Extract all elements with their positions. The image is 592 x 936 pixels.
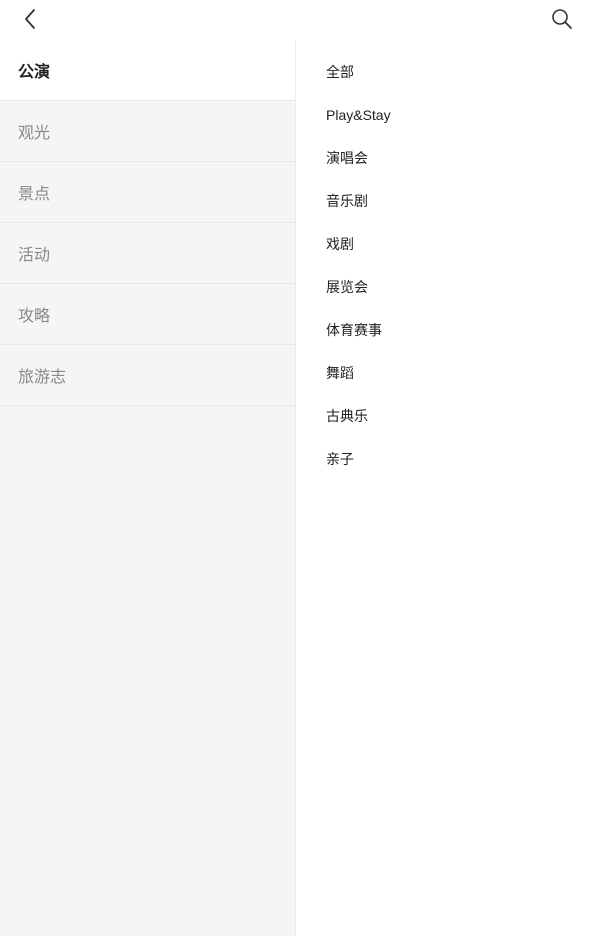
subcategory-item-musical[interactable]: 音乐剧 xyxy=(326,179,592,222)
back-button[interactable] xyxy=(16,5,44,33)
subcategory-item-sports[interactable]: 体育赛事 xyxy=(326,308,592,351)
category-item-guides[interactable]: 攻略 xyxy=(0,284,295,345)
category-item-travel-journal[interactable]: 旅游志 xyxy=(0,345,295,406)
subcategory-item-classical[interactable]: 古典乐 xyxy=(326,394,592,437)
category-item-performance[interactable]: 公演 xyxy=(0,40,295,101)
subcategory-list: 全部 Play&Stay 演唱会 音乐剧 戏剧 展览会 体育赛事 舞蹈 古典乐 … xyxy=(296,40,592,480)
subcategory-item-drama[interactable]: 戏剧 xyxy=(326,222,592,265)
subcategory-item-family[interactable]: 亲子 xyxy=(326,437,592,480)
chevron-left-icon xyxy=(25,9,35,29)
category-sidebar: 公演 观光 景点 活动 攻略 旅游志 xyxy=(0,40,296,936)
category-item-attractions[interactable]: 景点 xyxy=(0,162,295,223)
category-item-sightseeing[interactable]: 观光 xyxy=(0,101,295,162)
top-bar xyxy=(0,0,592,40)
subcategory-item-dance[interactable]: 舞蹈 xyxy=(326,351,592,394)
subcategory-item-concert[interactable]: 演唱会 xyxy=(326,136,592,179)
search-button[interactable] xyxy=(548,5,576,33)
subcategory-item-play-stay[interactable]: Play&Stay xyxy=(326,93,592,136)
subcategory-item-exhibition[interactable]: 展览会 xyxy=(326,265,592,308)
subcategory-panel: 全部 Play&Stay 演唱会 音乐剧 戏剧 展览会 体育赛事 舞蹈 古典乐 … xyxy=(296,40,592,936)
category-item-events[interactable]: 活动 xyxy=(0,223,295,284)
subcategory-item-all[interactable]: 全部 xyxy=(326,50,592,93)
search-icon xyxy=(552,9,572,29)
